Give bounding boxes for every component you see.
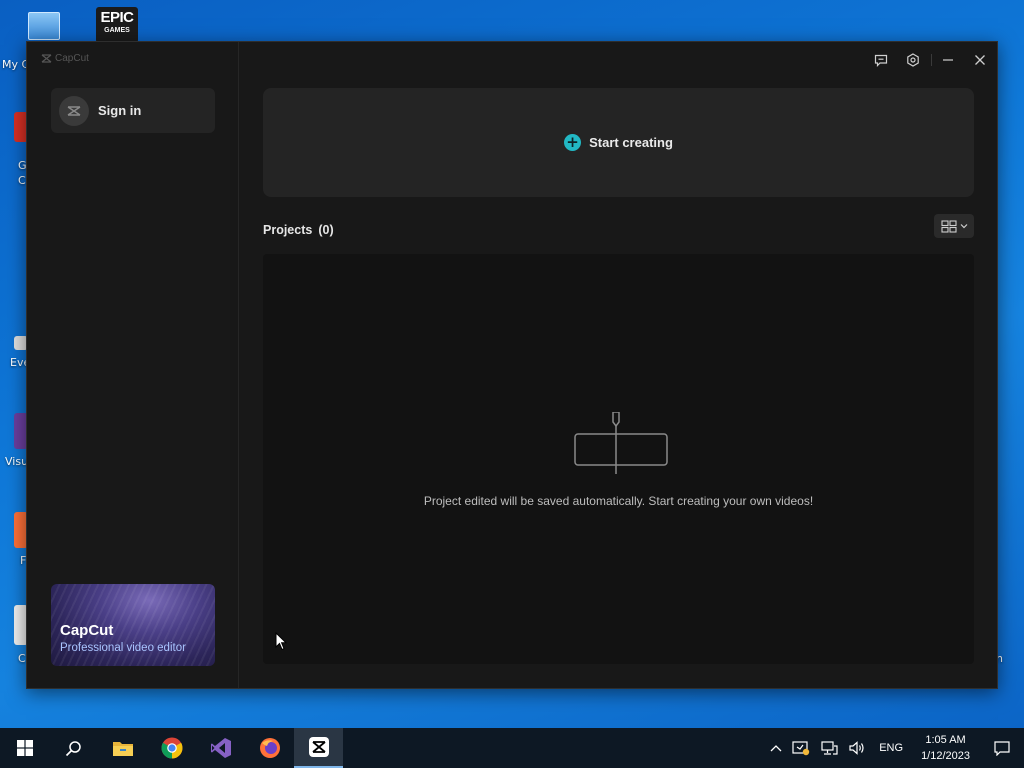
titlebar-divider bbox=[931, 54, 932, 66]
clock[interactable]: 1:05 AM 1/12/2023 bbox=[911, 732, 980, 764]
clock-date: 1/12/2023 bbox=[921, 750, 970, 762]
taskbar: ENG 1:05 AM 1/12/2023 bbox=[0, 728, 1024, 768]
feedback-button[interactable] bbox=[869, 50, 893, 70]
start-creating-label: Start creating bbox=[589, 135, 673, 150]
feedback-icon bbox=[874, 54, 888, 67]
settings-icon bbox=[907, 53, 919, 67]
notifications-icon bbox=[994, 740, 1010, 756]
action-center-button[interactable] bbox=[980, 728, 1024, 768]
promo-banner[interactable]: CapCut Professional video editor bbox=[51, 584, 215, 666]
sign-in-label: Sign in bbox=[98, 103, 142, 118]
minimize-button[interactable] bbox=[936, 50, 960, 70]
promo-subtitle: Professional video editor bbox=[60, 642, 186, 654]
desktop-icon-label-c: C bbox=[18, 652, 26, 665]
taskbar-file-explorer[interactable] bbox=[98, 728, 147, 768]
system-tray: ENG 1:05 AM 1/12/2023 bbox=[765, 728, 1024, 768]
avatar bbox=[59, 95, 89, 126]
start-creating-button[interactable]: + Start creating bbox=[263, 88, 974, 197]
start-button[interactable] bbox=[0, 728, 49, 768]
close-button[interactable] bbox=[968, 50, 992, 70]
sidebar: CapCut Sign in CapCut Professional video… bbox=[27, 42, 239, 688]
taskbar-visual-studio[interactable] bbox=[196, 728, 245, 768]
visual-studio-icon bbox=[210, 738, 231, 758]
taskbar-chrome[interactable] bbox=[147, 728, 196, 768]
projects-label: Projects bbox=[263, 223, 313, 237]
view-mode-dropdown[interactable] bbox=[934, 214, 974, 238]
projects-heading: Projects (0) bbox=[263, 223, 334, 237]
network-icon bbox=[821, 741, 838, 755]
firefox-icon bbox=[259, 738, 280, 758]
plus-icon: + bbox=[564, 134, 582, 151]
capcut-logo-icon bbox=[41, 54, 52, 63]
empty-timeline-illustration bbox=[574, 412, 668, 474]
search-icon bbox=[65, 740, 81, 756]
show-hidden-icons-button[interactable] bbox=[765, 728, 787, 768]
empty-state-message: Project edited will be saved automatical… bbox=[423, 494, 814, 508]
capcut-icon bbox=[308, 737, 329, 757]
mouse-cursor-icon bbox=[275, 632, 287, 651]
minimize-icon bbox=[943, 59, 953, 61]
epic-logo-subtext: GAMES bbox=[104, 27, 130, 34]
sign-in-button[interactable]: Sign in bbox=[51, 88, 215, 133]
app-name: CapCut bbox=[55, 53, 89, 64]
settings-button[interactable] bbox=[901, 50, 925, 70]
chevron-down-icon bbox=[960, 224, 967, 229]
tray-volume-button[interactable] bbox=[843, 728, 871, 768]
promo-title: CapCut bbox=[60, 622, 114, 639]
chrome-icon bbox=[161, 737, 182, 759]
app-logo: CapCut bbox=[41, 53, 89, 64]
chevron-up-icon bbox=[770, 745, 782, 752]
tray-security-button[interactable] bbox=[787, 728, 815, 768]
taskbar-capcut[interactable] bbox=[294, 728, 343, 768]
taskbar-search-button[interactable] bbox=[49, 728, 98, 768]
epic-logo-text: EPIC bbox=[100, 9, 134, 26]
start-icon bbox=[16, 740, 33, 756]
file-explorer-icon bbox=[112, 742, 133, 756]
taskbar-firefox[interactable] bbox=[245, 728, 294, 768]
clock-time: 1:05 AM bbox=[925, 734, 966, 746]
security-center-icon bbox=[792, 741, 810, 756]
projects-list-empty: Project edited will be saved automatical… bbox=[263, 254, 974, 664]
capcut-window: CapCut Sign in CapCut Professional video… bbox=[26, 41, 998, 689]
desktop-icon-label-visual-studio: Visu bbox=[5, 455, 29, 468]
language-indicator[interactable]: ENG bbox=[871, 728, 911, 768]
capcut-logo-icon bbox=[67, 105, 81, 116]
tray-network-button[interactable] bbox=[815, 728, 843, 768]
projects-count: (0) bbox=[318, 223, 334, 237]
volume-icon bbox=[849, 741, 864, 755]
epic-games-icon[interactable]: EPIC GAMES bbox=[96, 7, 138, 43]
my-computer-icon[interactable] bbox=[28, 12, 60, 40]
close-icon bbox=[975, 55, 985, 65]
grid-view-icon bbox=[940, 219, 957, 233]
